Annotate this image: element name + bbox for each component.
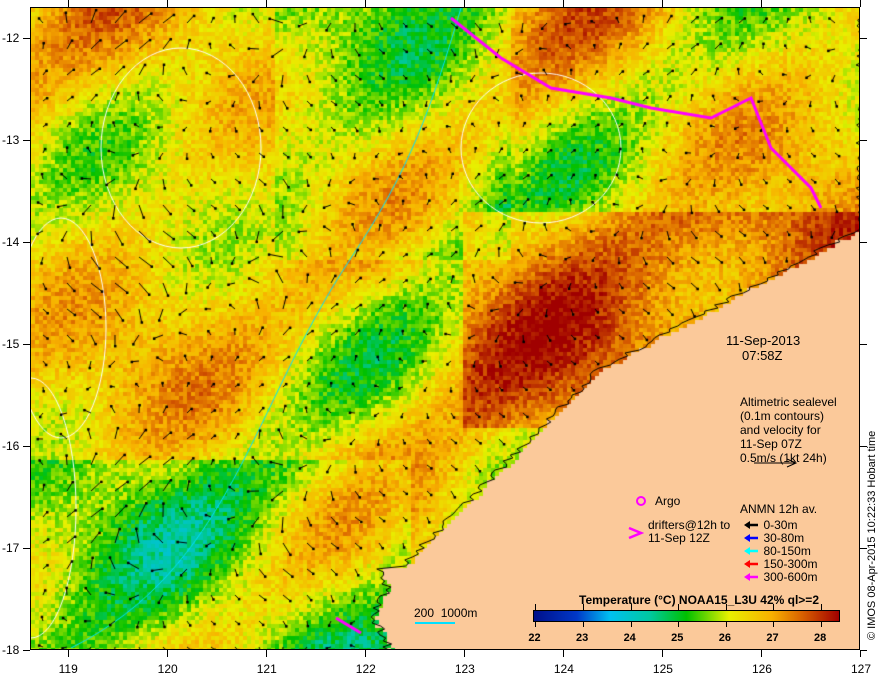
lon-tick: [760, 650, 762, 657]
altimetry-line: (0.1m contours): [740, 409, 825, 423]
lat-label: -12: [2, 30, 20, 45]
colorbar-tick: [725, 622, 727, 627]
lat-tick: [23, 547, 30, 549]
lon-tick: [67, 650, 69, 657]
isobath-line: [415, 622, 455, 624]
colorbar-tick: [773, 622, 775, 627]
colorbar-tick: [773, 604, 775, 610]
lat-label: -13: [2, 132, 20, 147]
lon-tick: [364, 650, 366, 657]
lon-tick: [860, 0, 861, 7]
lon-tick: [562, 0, 564, 7]
lon-label: 121: [256, 662, 277, 676]
anmn-legend-item: 300-600m: [743, 568, 818, 586]
lat-tick: [860, 139, 867, 141]
lat-tick: [860, 37, 867, 39]
colorbar-tick-label: 22: [528, 632, 541, 644]
drifters-label-1: drifters@12h to: [648, 518, 731, 532]
colorbar-tick: [582, 604, 584, 610]
colorbar-tick: [820, 604, 822, 610]
lat-tick: [23, 650, 30, 651]
altimetry-line: Altimetric sealevel: [740, 395, 837, 409]
lon-label: 119: [58, 662, 78, 676]
anmn-label: 300-600m: [763, 570, 818, 584]
colorbar-tick: [678, 622, 680, 627]
lon-tick: [463, 0, 465, 7]
lat-label: -15: [2, 336, 20, 351]
lat-tick: [860, 241, 867, 243]
lon-tick: [463, 650, 465, 657]
lat-label: -16: [2, 438, 20, 453]
velocity-scale-arrow-icon: [754, 458, 798, 468]
colorbar-tick: [630, 604, 632, 610]
lat-tick: [23, 445, 30, 447]
map-frame: 11-Sep-2013 07:58Z Altimetric sealevel (0…: [30, 7, 860, 650]
current-arrow-icon: [744, 572, 758, 581]
colorbar-title: Temperature (°C) NOAA15_L3U 42% ql>=2: [579, 593, 819, 607]
lon-label: 127: [851, 662, 872, 676]
colorbar-tick: [535, 622, 537, 627]
colorbar-tick: [582, 622, 584, 627]
colorbar-tick: [630, 622, 632, 627]
altimetry-line: and velocity for: [740, 423, 821, 437]
lat-label: -14: [2, 234, 20, 249]
lon-tick: [166, 650, 168, 657]
colorbar-tick: [535, 604, 537, 610]
lon-label: 120: [157, 662, 178, 676]
lon-label: 124: [553, 662, 574, 676]
lat-label: -17: [2, 540, 20, 555]
altimetry-legend: Altimetric sealevel (0.1m contours) and ve…: [740, 395, 837, 465]
lat-tick: [23, 241, 30, 243]
altimetry-line: 11-Sep 07Z: [740, 437, 802, 451]
lon-tick: [364, 0, 366, 7]
lon-tick: [661, 0, 663, 7]
colorbar-tick-label: 24: [623, 632, 636, 644]
credit-stamp: © IMOS 08-Apr-2015 10:22:33 Hobart time: [866, 430, 878, 640]
isobath-label: 200 1000m: [414, 606, 478, 620]
colorbar-tick: [725, 604, 727, 610]
colorbar-tick-label: 26: [718, 632, 732, 644]
colorbar-tick-label: 28: [813, 632, 827, 644]
lon-tick: [265, 0, 267, 7]
lon-label: 126: [751, 662, 772, 676]
colorbar-tick: [678, 604, 680, 610]
lon-tick: [265, 650, 267, 657]
colorbar-tick-label: 27: [766, 632, 779, 644]
lon-tick: [166, 0, 168, 7]
date-label: 11-Sep-2013: [726, 333, 801, 348]
lat-label: -18: [2, 643, 20, 657]
lat-tick: [23, 343, 30, 345]
lon-tick: [562, 650, 564, 657]
argo-icon: [636, 496, 646, 506]
colorbar-tick-label: 23: [575, 632, 589, 644]
lon-label: 123: [454, 662, 475, 676]
drifter-icon: [628, 526, 644, 540]
lat-tick: [860, 343, 867, 345]
time-label: 07:58Z: [742, 348, 783, 363]
colorbar-tick: [820, 622, 822, 627]
lat-tick: [860, 650, 867, 651]
drifters-label-2: 11-Sep 12Z: [648, 531, 710, 545]
anmn-title: ANMN 12h av.: [740, 502, 818, 516]
colorbar: [533, 610, 840, 622]
lon-label: 125: [652, 662, 673, 676]
lat-tick: [23, 139, 30, 141]
lat-tick: [23, 37, 30, 39]
lon-label: 122: [355, 662, 376, 676]
argo-label: Argo: [655, 494, 681, 508]
lon-tick: [67, 0, 69, 7]
lon-tick: [760, 0, 762, 7]
lon-tick: [661, 650, 663, 657]
colorbar-tick-label: 25: [671, 632, 684, 644]
lon-tick: [860, 650, 861, 657]
sst-map[interactable]: [31, 8, 859, 649]
